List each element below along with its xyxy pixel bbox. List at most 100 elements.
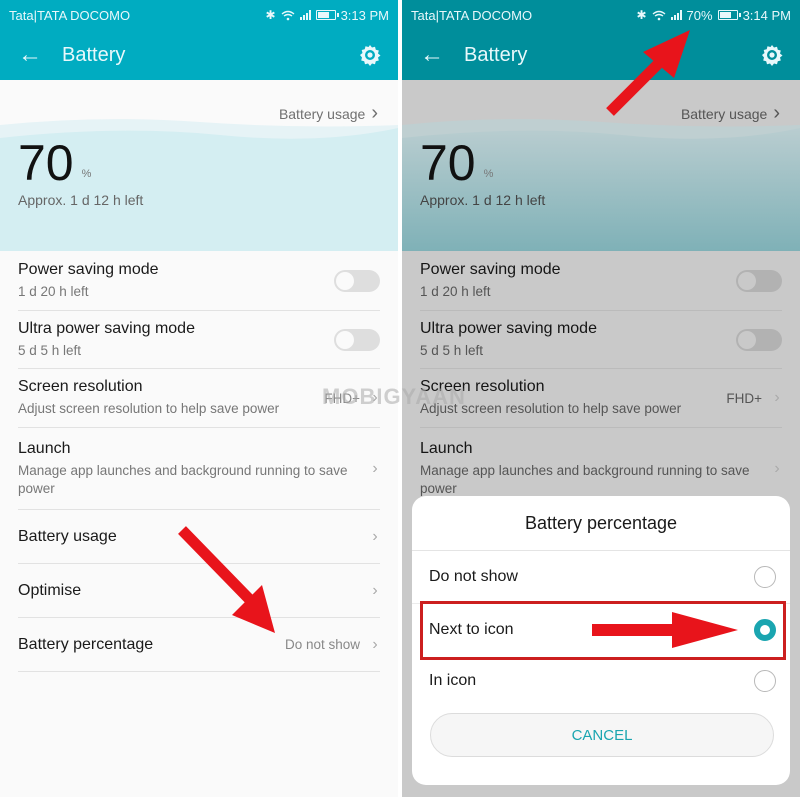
battery-percent-value: 70 [18, 135, 74, 191]
ultra-power-saving-row: Ultra power saving mode 5 d 5 h left [420, 311, 782, 369]
chevron-right-icon: › [372, 581, 378, 599]
page-title: Battery [62, 43, 126, 66]
launch-row[interactable]: Launch Manage app launches and background… [18, 428, 380, 510]
optimise-row[interactable]: Optimise › [18, 564, 380, 618]
back-arrow-icon[interactable]: ← [420, 41, 464, 69]
battery-usage-link[interactable]: Battery usage › [681, 102, 780, 125]
carrier-name: Tata|TATA DOCOMO [411, 7, 533, 23]
battery-percentage-row[interactable]: Battery percentage Do not show › [18, 618, 380, 672]
row-subtitle: Adjust screen resolution to help save po… [420, 401, 682, 416]
row-subtitle: Adjust screen resolution to help save po… [18, 401, 280, 416]
toggle-knob [738, 330, 756, 349]
app-bar: ← Battery [0, 30, 398, 80]
power-saving-mode-row[interactable]: Power saving mode 1 d 20 h left [18, 251, 380, 311]
page-title: Battery [464, 43, 528, 66]
power-saving-toggle [736, 269, 782, 292]
battery-icon [717, 10, 741, 20]
power-saving-toggle[interactable] [334, 269, 380, 292]
option-label: In icon [429, 672, 477, 689]
toggle-knob [738, 271, 756, 290]
row-title: Battery usage [18, 527, 117, 545]
row-subtitle: Manage app launches and background runni… [420, 462, 750, 496]
chevron-right-icon: › [773, 102, 780, 124]
bluetooth-icon: ✱ [265, 8, 276, 22]
battery-percent: 70 % [18, 138, 91, 188]
ultra-power-saving-toggle[interactable] [334, 328, 380, 351]
row-subtitle: 5 d 5 h left [18, 342, 82, 358]
battery-percentage-dialog: Battery percentage Do not show Next to i… [412, 496, 790, 785]
clock: 3:13 PM [340, 7, 389, 23]
toggle-knob [336, 271, 354, 290]
battery-percent-value: 70 [420, 135, 476, 191]
gear-icon[interactable] [760, 43, 784, 67]
power-saving-mode-row: Power saving mode 1 d 20 h left [420, 251, 782, 311]
radio-button[interactable] [754, 566, 776, 588]
radio-button[interactable] [754, 670, 776, 692]
chevron-right-icon: › [372, 635, 378, 653]
battery-percent-text: 70% [686, 7, 713, 23]
row-subtitle: 5 d 5 h left [420, 342, 484, 358]
row-title: Battery percentage [18, 635, 154, 653]
chevron-right-icon: › [372, 527, 378, 545]
chevron-right-icon: › [371, 102, 378, 124]
wifi-icon [281, 10, 295, 21]
cancel-button[interactable]: CANCEL [430, 713, 774, 757]
app-bar: ← Battery [402, 30, 800, 80]
carrier-name: Tata|TATA DOCOMO [9, 7, 131, 23]
battery-percent: 70 % [420, 138, 493, 188]
settings-list: Power saving mode 1 d 20 h left Ultra pow… [0, 251, 398, 672]
row-title: Power saving mode [18, 260, 159, 278]
battery-usage-link[interactable]: Battery usage › [279, 102, 378, 125]
row-title: Screen resolution [18, 378, 143, 395]
row-title: Ultra power saving mode [18, 319, 195, 337]
row-title: Ultra power saving mode [420, 319, 597, 337]
back-arrow-icon[interactable]: ← [18, 41, 62, 69]
radio-button-selected[interactable] [754, 618, 776, 641]
row-title: Launch [18, 439, 71, 457]
row-value: FHD+ [324, 390, 360, 406]
battery-usage-row[interactable]: Battery usage › [18, 510, 380, 564]
option-do-not-show[interactable]: Do not show [412, 551, 790, 603]
dialog-title: Battery percentage [412, 496, 790, 551]
header: Tata|TATA DOCOMO ✱ 70% 3:14 PM ← Battery [402, 0, 800, 80]
row-title: Launch [420, 439, 473, 457]
row-title: Screen resolution [420, 378, 545, 395]
screen-resolution-row: Screen resolution Adjust screen resolutio… [420, 369, 782, 428]
row-title: Optimise [18, 581, 82, 599]
row-value: FHD+ [726, 390, 762, 406]
gear-icon[interactable] [358, 43, 382, 67]
row-subtitle: 1 d 20 h left [18, 283, 89, 299]
time-remaining: Approx. 1 d 12 h left [18, 192, 144, 208]
toggle-knob [336, 330, 354, 349]
row-subtitle: 1 d 20 h left [420, 283, 491, 299]
chevron-right-icon: › [372, 389, 378, 406]
bluetooth-icon: ✱ [636, 8, 647, 22]
settings-list: Power saving mode 1 d 20 h left Ultra pow… [402, 251, 800, 510]
row-subtitle: Manage app launches and background runni… [18, 462, 348, 496]
clock: 3:14 PM [742, 7, 791, 23]
row-title: Power saving mode [420, 260, 561, 278]
screen-resolution-row[interactable]: Screen resolution Adjust screen resolutio… [18, 369, 380, 428]
option-label: Do not show [429, 568, 518, 585]
signal-icon [670, 10, 682, 20]
screen-after: Tata|TATA DOCOMO ✱ 70% 3:14 PM ← Battery [402, 0, 800, 797]
battery-hero: Battery usage › 70 % Approx. 1 d 12 h le… [0, 80, 398, 251]
wifi-icon [652, 10, 666, 21]
chevron-right-icon: › [774, 389, 780, 406]
ultra-power-saving-row[interactable]: Ultra power saving mode 5 d 5 h left [18, 311, 380, 369]
signal-icon [299, 10, 311, 20]
option-in-icon[interactable]: In icon [412, 655, 790, 707]
status-bar: Tata|TATA DOCOMO ✱ 3:13 PM [0, 0, 398, 30]
row-value: Do not show [284, 637, 360, 652]
ultra-power-saving-toggle [736, 328, 782, 351]
percent-sign: % [81, 168, 92, 180]
status-bar: Tata|TATA DOCOMO ✱ 70% 3:14 PM [402, 0, 800, 30]
battery-icon [315, 10, 339, 20]
percent-sign: % [483, 168, 494, 180]
battery-usage-link-label: Battery usage [680, 105, 768, 122]
option-label: Next to icon [429, 620, 514, 638]
screen-before: Tata|TATA DOCOMO ✱ 3:13 PM ← Battery Bat… [0, 0, 398, 797]
time-remaining: Approx. 1 d 12 h left [420, 192, 546, 208]
header: Tata|TATA DOCOMO ✱ 3:13 PM ← Battery [0, 0, 398, 80]
option-next-to-icon[interactable]: Next to icon [412, 603, 790, 655]
